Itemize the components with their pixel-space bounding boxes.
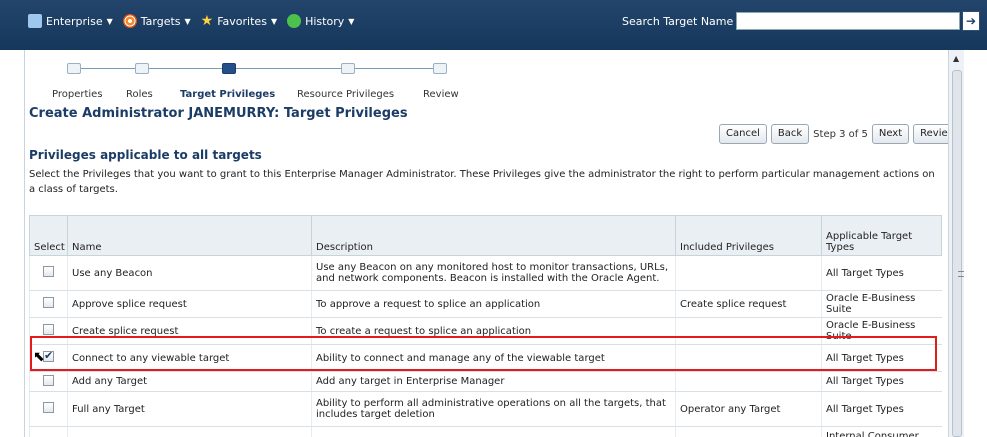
column-header-select: Select [29,215,68,256]
page-title: Create Administrator JANEMURRY: Target P… [29,106,408,121]
column-header-applicable-target-types[interactable]: Applicable Target Types [821,215,942,256]
applicable-target-types: Oracle E-Business Suite [821,290,942,318]
favorites-menu-label: Favorites [217,14,267,28]
applicable-target-types: All Target Types [821,255,942,291]
train-stop-properties[interactable] [67,63,81,74]
privilege-name: Full any Target [67,391,312,427]
chevron-down-icon: ▼ [106,16,113,26]
arrow-right-icon: ➔ [965,14,977,28]
enterprise-menu-label: Enterprise [46,14,103,28]
privilege-name [67,426,312,437]
section-description: Select the Privileges that you want to g… [29,169,935,195]
top-navigation-bar: Enterprise ▼ Targets ▼ ★ Favorites ▼ His… [0,0,987,50]
wizard-buttons: Cancel Back Step 3 of 5 Next Review [719,124,963,144]
included-privileges [675,371,822,392]
privilege-name: Use any Beacon [67,255,312,291]
search-input[interactable] [736,12,960,30]
column-header-included-privileges[interactable]: Included Privileges [675,215,822,256]
favorites-menu[interactable]: ★ Favorites ▼ [201,14,277,28]
grip-icon [958,271,964,277]
privilege-description: To approve a request to splice an applic… [311,290,676,318]
star-icon: ★ [200,13,214,29]
chevron-down-icon: ▼ [270,16,278,26]
table-row: Approve splice request To approve a requ… [29,290,942,318]
targets-icon [122,14,137,28]
row-checkbox[interactable] [43,374,54,386]
enterprise-menu[interactable]: Enterprise ▼ [28,14,113,28]
privilege-description: Ability to perform all administrative op… [311,391,676,427]
included-privileges: Operator any Target [675,391,822,427]
included-privileges: Create splice request [675,290,822,318]
history-menu[interactable]: History ▼ [287,14,354,28]
step-indicator: Step 3 of 5 [813,128,868,140]
row-checkbox[interactable] [43,297,54,308]
targets-menu-label: Targets [140,14,181,28]
enterprise-icon [28,14,42,28]
scroll-up-icon[interactable]: ▲ [953,54,959,63]
back-button[interactable]: Back [770,124,810,144]
table-row: Full any Target Ability to perform all a… [29,391,942,427]
applicable-target-types: Internal Consumer [821,426,942,437]
privileges-table: Select Name Description Included Privile… [29,215,942,437]
row-checkbox[interactable] [43,402,54,413]
train-line [73,68,443,69]
table-row: Add any Target Add any target in Enterpr… [29,371,942,392]
cancel-button[interactable]: Cancel [719,124,767,144]
train-label-properties[interactable]: Properties [52,89,103,100]
row-checkbox[interactable] [43,266,54,277]
row-checkbox[interactable] [43,324,54,335]
train-stop-target-privileges [222,63,236,74]
privilege-description [311,426,676,437]
train-label-resource-privileges[interactable]: Resource Privileges [297,89,394,100]
train-label-review[interactable]: Review [423,89,459,100]
applicable-target-types: All Target Types [821,371,942,392]
search-type-dropdown[interactable]: Search Target Name ▼ [622,15,743,28]
section-title: Privileges applicable to all targets [29,148,262,162]
chevron-down-icon: ▼ [184,16,191,26]
train-label-target-privileges: Target Privileges [180,89,276,100]
column-header-name[interactable]: Name [67,215,312,256]
train-stop-roles[interactable] [135,63,149,74]
privilege-name: Add any Target [67,371,312,392]
train-label-roles[interactable]: Roles [126,89,153,100]
applicable-target-types: All Target Types [821,391,942,427]
selected-row-highlight [30,336,937,371]
search-go-button[interactable]: ➔ [962,11,980,31]
train-stop-review[interactable] [433,63,447,74]
scrollbar-thumb[interactable] [952,70,964,437]
privilege-description: Use any Beacon on any monitored host to … [311,255,676,291]
included-privileges [675,255,822,291]
train-stop-resource-privileges[interactable] [341,63,355,74]
table-header-row: Select Name Description Included Privile… [29,215,942,256]
chevron-down-icon: ▼ [348,16,355,26]
vertical-scrollbar[interactable]: ▲ [948,50,964,437]
targets-menu[interactable]: Targets ▼ [122,14,191,28]
column-header-description[interactable]: Description [311,215,676,256]
table-row: Internal Consumer [29,426,942,437]
included-privileges [675,426,822,437]
next-button[interactable]: Next [871,124,910,144]
content-area: Properties Roles Target Privileges Resou… [24,50,963,437]
history-menu-label: History [305,14,345,28]
search-type-label: Search Target Name [622,15,734,28]
table-row: Use any Beacon Use any Beacon on any mon… [29,255,942,291]
privilege-name: Approve splice request [67,290,312,318]
privilege-description: Add any target in Enterprise Manager [311,371,676,392]
history-icon [287,14,302,28]
